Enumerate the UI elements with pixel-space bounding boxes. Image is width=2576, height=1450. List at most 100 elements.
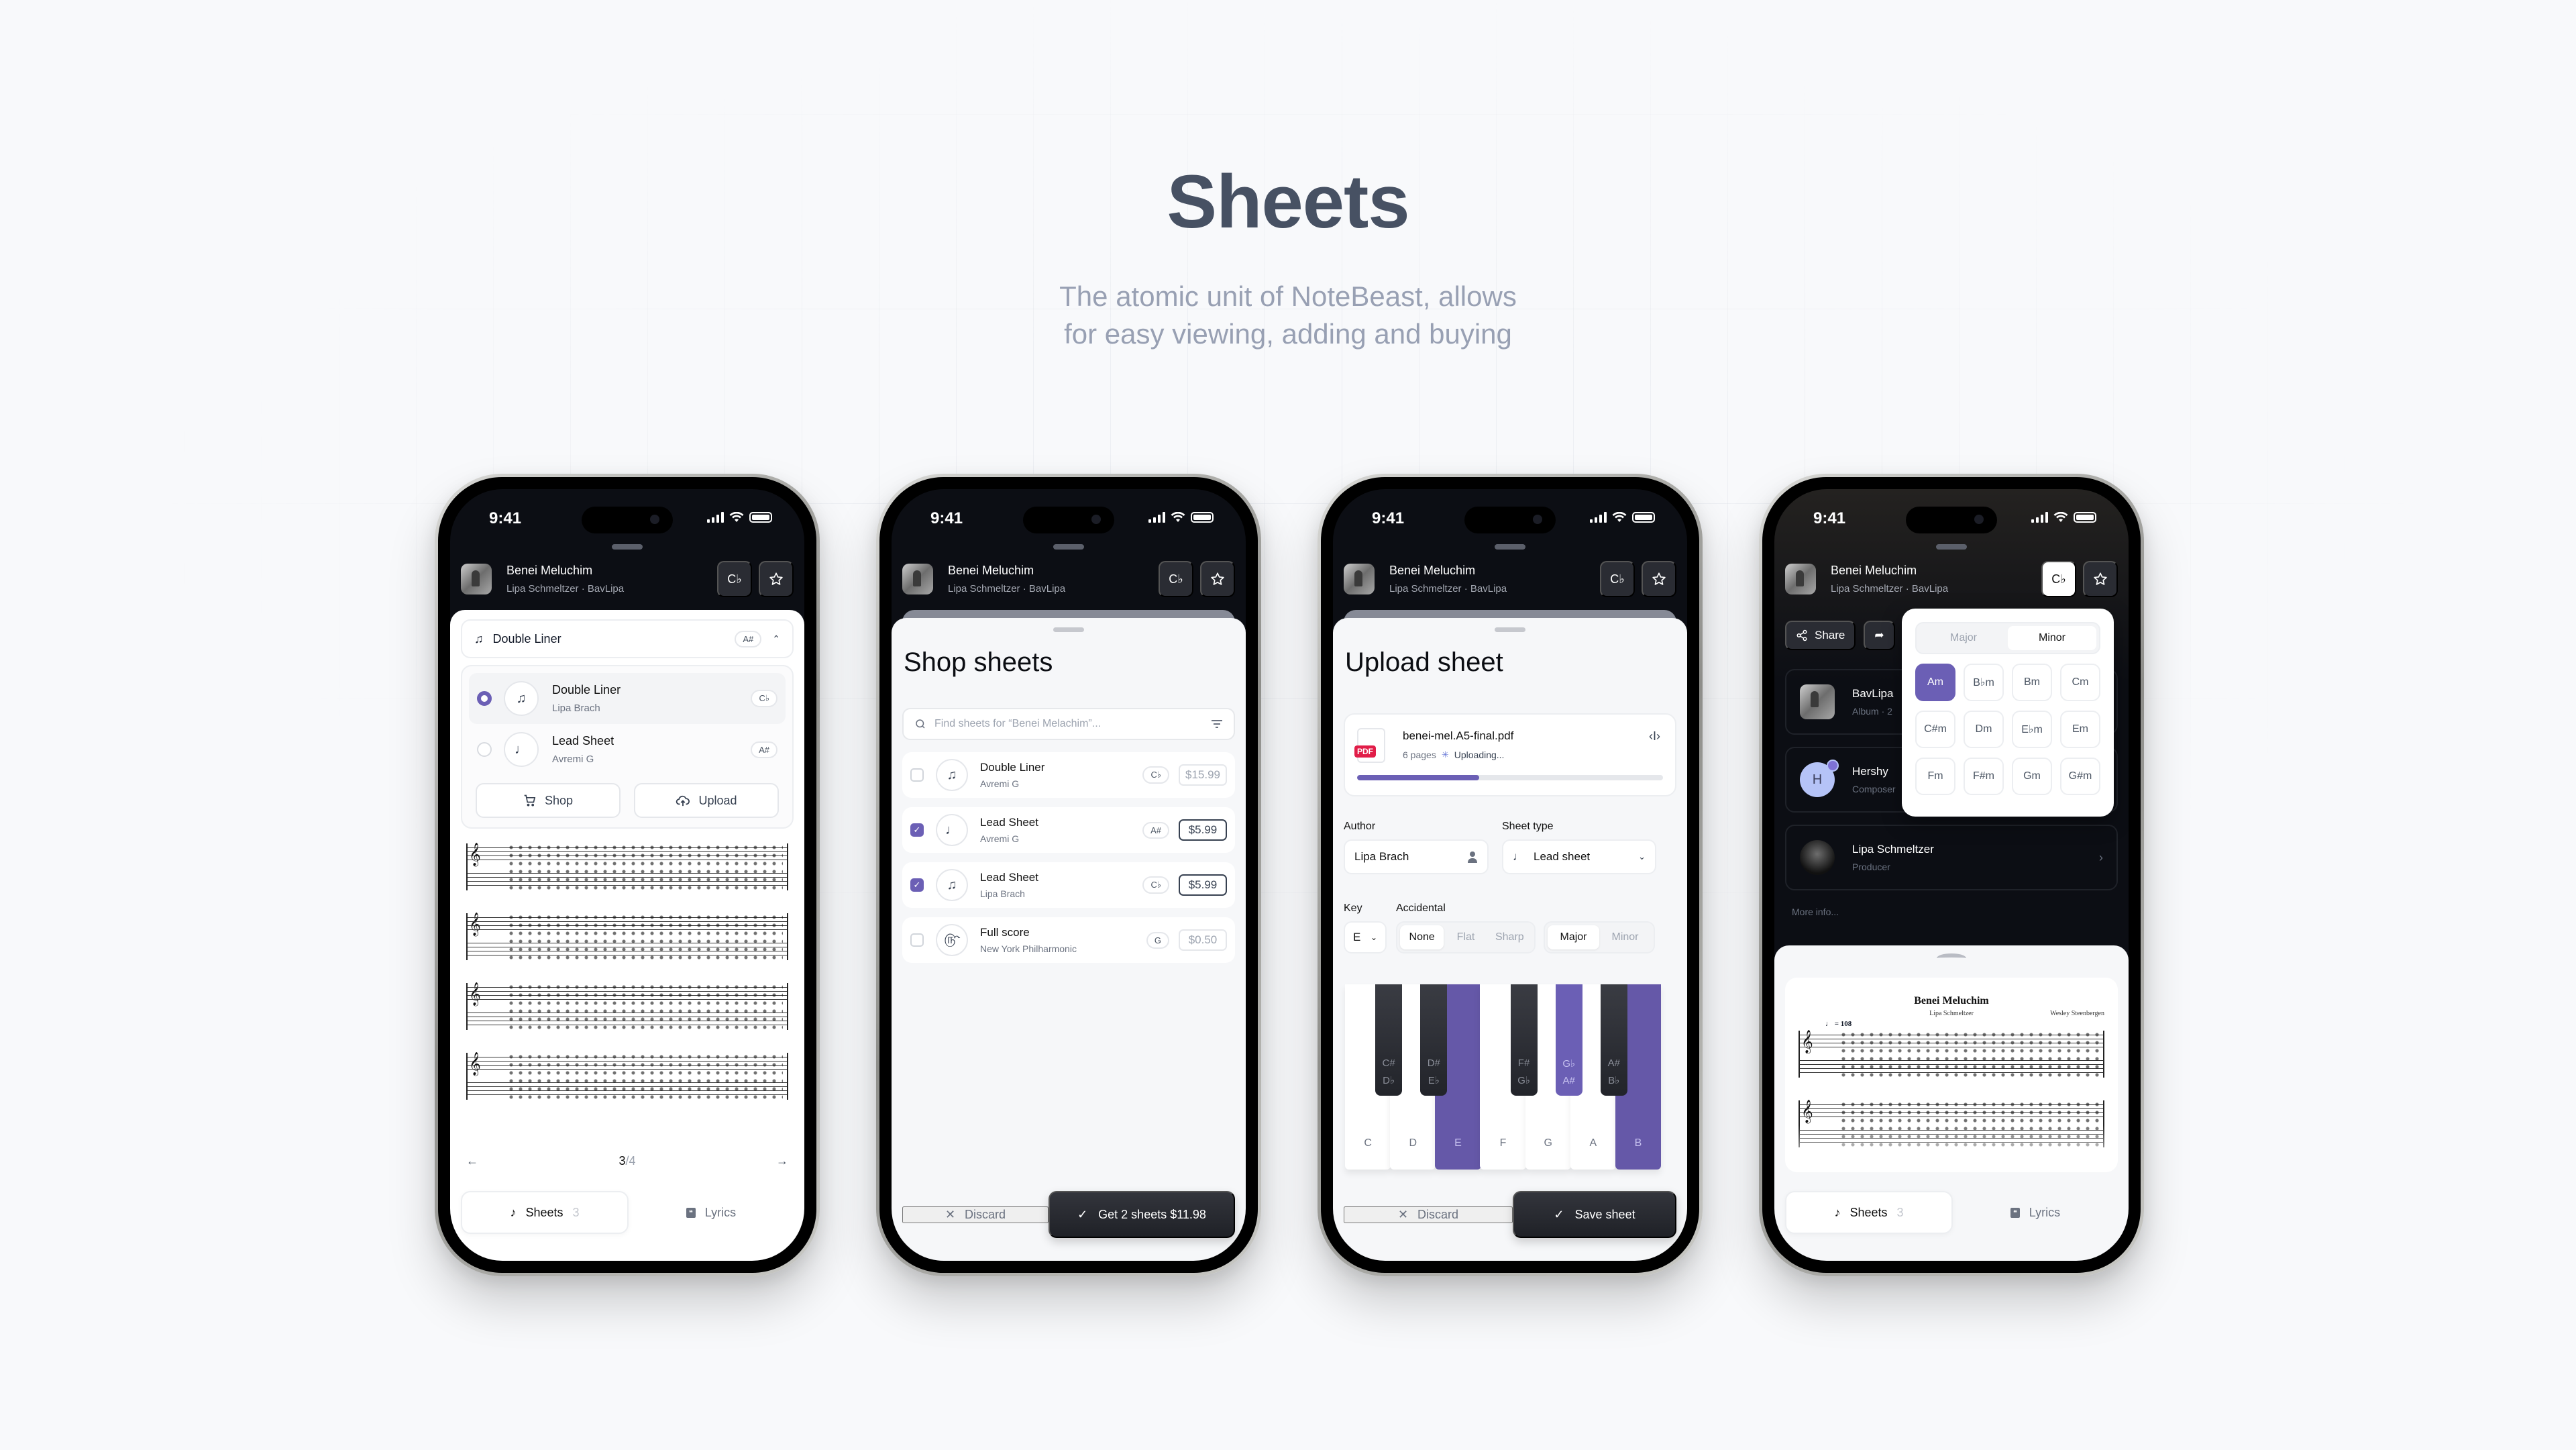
tab-lyrics[interactable]: ❝ Lyrics <box>629 1191 794 1234</box>
item-title: Lead Sheet <box>980 816 1038 829</box>
key-option[interactable]: C#m <box>1915 711 1955 748</box>
double-note-icon: ♫ <box>936 869 968 901</box>
tab-lyrics[interactable]: ❝ Lyrics <box>1953 1191 2118 1234</box>
checkbox-checked[interactable]: ✓ <box>910 823 924 837</box>
chevron-up-icon[interactable]: ⌃ <box>772 633 780 645</box>
key-option[interactable]: E♭m <box>2012 711 2052 748</box>
favorite-button[interactable] <box>2083 561 2118 597</box>
song-header: Benei Meluchim Lipa Schmeltzer · BavLipa… <box>461 559 794 599</box>
rename-icon[interactable]: ‹I› <box>1649 729 1660 743</box>
key-option[interactable]: Am <box>1915 664 1955 701</box>
piano-black-key[interactable]: G♭ A# <box>1555 984 1582 1096</box>
drag-handle[interactable] <box>1936 544 1967 550</box>
modal-drag-handle[interactable] <box>1053 627 1084 632</box>
checkbox-unchecked[interactable] <box>910 933 924 947</box>
more-info-link[interactable]: More info... <box>1792 907 1839 917</box>
radio-unselected[interactable] <box>477 742 492 757</box>
drag-handle[interactable] <box>1053 544 1084 550</box>
item-author: Avremi G <box>980 833 1020 844</box>
shop-item[interactable]: ✓ ♩ Lead Sheet Avremi G A# $5.99 <box>902 807 1235 853</box>
tab-label: Lyrics <box>2029 1205 2061 1219</box>
favorite-button[interactable] <box>1642 561 1676 597</box>
arrow-right-icon[interactable]: → <box>776 1154 788 1168</box>
mode-option-major[interactable]: Major <box>1919 626 2008 650</box>
discard-button[interactable]: ✕ Discard <box>902 1206 1049 1223</box>
checkbox-checked[interactable]: ✓ <box>910 878 924 892</box>
tab-label: Sheets <box>1849 1205 1888 1219</box>
phone-sheet-viewer: 9:41 Benei Meluchim Lipa Schmeltzer · Ba… <box>435 474 820 1276</box>
tab-count: 3 <box>572 1205 580 1219</box>
mode-option-minor[interactable]: Minor <box>1599 925 1651 949</box>
favorite-button[interactable] <box>1200 561 1235 597</box>
key-button[interactable]: C♭ <box>717 561 752 597</box>
share-icon <box>1796 629 1807 641</box>
upload-button[interactable]: Upload <box>634 783 779 818</box>
star-icon <box>1652 572 1666 585</box>
piano-black-key[interactable]: C# D♭ <box>1375 984 1403 1096</box>
checkbox-unchecked[interactable] <box>910 768 924 782</box>
credit-card-producer[interactable]: Lipa Schmeltzer Producer › <box>1785 825 2118 890</box>
drag-handle[interactable] <box>1495 544 1525 550</box>
author-field[interactable]: Lipa Brach <box>1344 839 1489 874</box>
mode-option-minor[interactable]: Minor <box>2008 626 2096 650</box>
star-icon <box>1211 572 1224 585</box>
selector-label: Double Liner <box>492 631 561 645</box>
drag-handle[interactable] <box>612 544 643 550</box>
tab-sheets[interactable]: ♪ Sheets 3 <box>461 1191 629 1234</box>
score-preview: Benei Meluchim Lipa Schmeltzer Wesley Ste… <box>1785 978 2118 1172</box>
key-option[interactable]: Fm <box>1915 758 1955 795</box>
sheet-type-select[interactable]: ♩ Lead sheet ⌄ <box>1502 839 1656 874</box>
sheet-panel: ♫ Double Liner A# ⌃ ♫ Double Liner Lipa B… <box>450 610 804 1261</box>
piano-black-key[interactable]: A# B♭ <box>1600 984 1627 1096</box>
shop-item[interactable]: ௹ Full score New York Philharmonic G $0.5… <box>902 917 1235 963</box>
key-button[interactable]: C♭ <box>1159 561 1193 597</box>
search-input[interactable]: Find sheets for “Benei Melachim”... <box>902 708 1235 740</box>
accidental-option-flat[interactable]: Flat <box>1444 925 1487 949</box>
key-flat-label: G♭ <box>1517 1075 1530 1086</box>
key-button[interactable]: C♭ <box>2041 561 2076 597</box>
modal-drag-handle[interactable] <box>1495 627 1525 632</box>
shop-item[interactable]: ✓ ♫ Lead Sheet Lipa Brach C♭ $5.99 <box>902 862 1235 908</box>
song-subtitle: Lipa Schmeltzer · BavLipa <box>948 583 1066 594</box>
save-sheet-button[interactable]: ✓ Save sheet <box>1513 1191 1676 1238</box>
chevron-up-icon[interactable] <box>1937 953 1966 963</box>
key-option[interactable]: Gm <box>2012 758 2052 795</box>
key-button[interactable]: C♭ <box>1600 561 1635 597</box>
arrow-left-icon[interactable]: ← <box>466 1154 478 1168</box>
tab-sheets[interactable]: ♪ Sheets 3 <box>1785 1191 1953 1234</box>
accidental-option-none[interactable]: None <box>1400 925 1444 949</box>
key-option[interactable]: B♭m <box>1964 664 2004 701</box>
key-option[interactable]: G#m <box>2060 758 2100 795</box>
key-option[interactable]: Bm <box>2012 664 2052 701</box>
accidental-option-sharp[interactable]: Sharp <box>1488 925 1532 949</box>
piano-black-key[interactable]: F# G♭ <box>1510 984 1538 1096</box>
key-sharp-label: C# <box>1382 1057 1395 1069</box>
key-select[interactable]: E ⌄ <box>1344 921 1387 953</box>
item-title: Full score <box>980 926 1030 939</box>
shop-button[interactable]: Shop <box>476 783 621 818</box>
sheet-version-selector[interactable]: ♫ Double Liner A# ⌃ <box>461 619 794 658</box>
close-icon: ✕ <box>1397 1207 1409 1221</box>
shop-item[interactable]: ♫ Double Liner Avremi G C♭ $15.99 <box>902 752 1235 798</box>
key-option[interactable]: F#m <box>1964 758 2004 795</box>
forward-arrow-icon: ➦ <box>1874 629 1884 641</box>
radio-selected[interactable] <box>477 691 492 706</box>
get-sheets-button[interactable]: ✓ Get 2 sheets $11.98 <box>1049 1191 1235 1238</box>
share-button[interactable]: Share <box>1785 621 1856 650</box>
key-option[interactable]: Cm <box>2060 664 2100 701</box>
discard-button[interactable]: ✕ Discard <box>1344 1206 1513 1223</box>
upload-file-card: PDF benei-mel.A5-final.pdf 6 pages ✳ Uploa… <box>1344 713 1676 796</box>
key-option[interactable]: Dm <box>1964 711 2004 748</box>
sheet-option[interactable]: ♫ Double Liner Lipa Brach C♭ <box>469 673 786 724</box>
forward-button[interactable]: ➦ <box>1864 621 1895 650</box>
key-option[interactable]: Em <box>2060 711 2100 748</box>
key-flat-label: B♭ <box>1608 1075 1620 1086</box>
sheet-option[interactable]: ♩ Lead Sheet Avremi G A# <box>469 724 786 775</box>
filter-icon[interactable] <box>1211 719 1223 729</box>
favorite-button[interactable] <box>759 561 794 597</box>
mode-option-major[interactable]: Major <box>1548 925 1599 949</box>
song-cover-image <box>461 564 492 594</box>
battery-icon <box>1632 512 1655 523</box>
piano-black-key[interactable]: D# E♭ <box>1420 984 1448 1096</box>
phone-upload-sheet: 9:41 Benei Meluchim Lipa Schmeltzer · Ba… <box>1318 474 1703 1276</box>
